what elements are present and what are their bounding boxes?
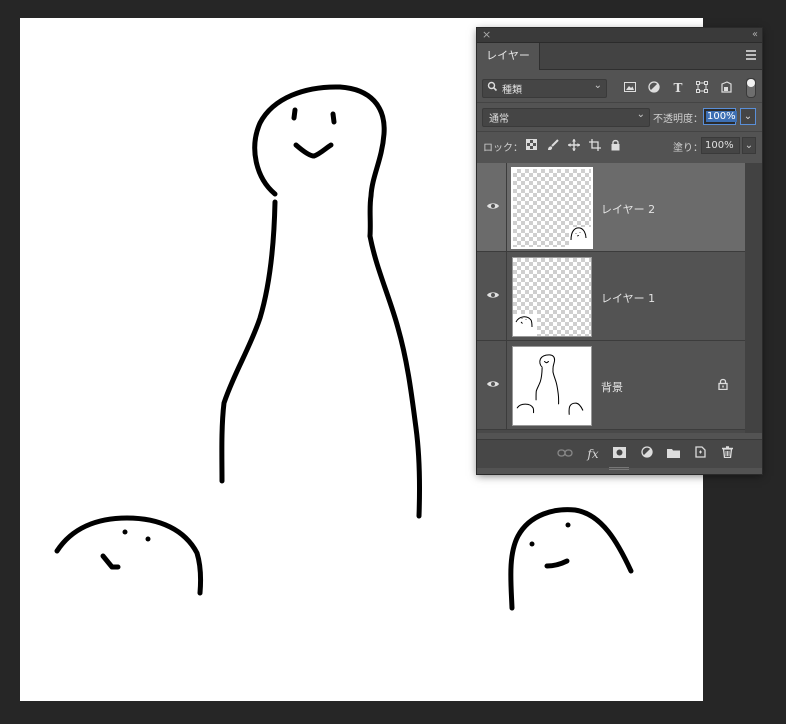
- layer-list-scrollbar[interactable]: [745, 163, 762, 433]
- type-filter-icon[interactable]: T: [671, 81, 685, 95]
- layer-thumbnail-drawing: [513, 314, 537, 336]
- image-filter-icon[interactable]: [623, 81, 637, 95]
- lock-artboard-icon[interactable]: [588, 139, 601, 152]
- fill-label: 塗り：: [673, 143, 703, 154]
- link-layers-icon[interactable]: [557, 446, 573, 462]
- layer-thumbnail[interactable]: [511, 167, 593, 249]
- layer-thumbnail-drawing: [516, 354, 584, 415]
- blend-mode-select[interactable]: 通常 ⌄: [482, 108, 650, 127]
- layer-row-layer-1[interactable]: レイヤー 1: [477, 252, 745, 341]
- filter-row: 種類 ⌄ T: [477, 75, 762, 101]
- delete-layer-icon[interactable]: [719, 446, 735, 462]
- resize-grip[interactable]: [609, 467, 629, 472]
- layer-row-background[interactable]: 背景: [477, 341, 745, 430]
- visibility-column-divider: [506, 252, 507, 340]
- opacity-value: 100%: [706, 111, 737, 122]
- blend-row: 通常 ⌄ 不透明度： 100% ⌄: [477, 105, 762, 129]
- divider: [477, 131, 762, 132]
- lock-position-icon[interactable]: [567, 139, 580, 152]
- filter-kind-select[interactable]: 種類 ⌄: [482, 79, 607, 98]
- layer-name[interactable]: レイヤー 2: [601, 201, 655, 217]
- lock-label: ロック：: [483, 143, 523, 154]
- lock-icon[interactable]: [717, 378, 729, 390]
- lock-all-icon[interactable]: [609, 139, 622, 152]
- layer-thumbnail[interactable]: [512, 346, 592, 426]
- new-layer-icon[interactable]: [692, 446, 708, 462]
- shape-filter-icon[interactable]: [695, 81, 709, 95]
- search-icon: [487, 81, 498, 95]
- add-mask-icon[interactable]: [611, 446, 627, 462]
- adjustment-filter-icon[interactable]: [647, 81, 661, 95]
- blend-mode-value: 通常: [489, 114, 509, 125]
- panel-bottom-bar: fx: [477, 439, 762, 468]
- filter-kind-label: 種類: [502, 85, 522, 96]
- fx-icon[interactable]: fx: [585, 446, 601, 462]
- chevron-down-icon: ⌄: [593, 80, 602, 91]
- layer-list[interactable]: レイヤー 2 レイヤー 1 背景: [477, 163, 745, 433]
- visibility-column-divider: [506, 163, 507, 251]
- layer-name[interactable]: レイヤー 1: [601, 290, 655, 306]
- fill-slider-toggle[interactable]: ⌄: [742, 137, 756, 154]
- eye-icon[interactable]: [486, 379, 500, 389]
- smart-object-filter-icon[interactable]: [719, 81, 733, 95]
- lock-pixels-icon[interactable]: [546, 139, 559, 152]
- lock-row: ロック： 塗り： 100% ⌄: [477, 134, 762, 158]
- opacity-label: 不透明度：: [653, 114, 703, 125]
- lock-transparent-icon[interactable]: [525, 139, 538, 152]
- layers-panel: × ‹‹ レイヤー 種類 ⌄ T 通常 ⌄ 不透明度： 100% ⌄ ロック： …: [477, 28, 762, 474]
- layer-thumbnail-drawing: [569, 227, 591, 247]
- hamburger-menu-icon[interactable]: [746, 50, 756, 60]
- new-adjustment-icon[interactable]: [639, 446, 655, 462]
- layer-row-layer-2[interactable]: レイヤー 2: [477, 163, 745, 252]
- eye-icon[interactable]: [486, 201, 500, 211]
- tab-layers[interactable]: レイヤー: [477, 43, 540, 70]
- filter-toggle-switch[interactable]: [746, 78, 756, 98]
- visibility-column-divider: [506, 341, 507, 429]
- opacity-slider-toggle[interactable]: ⌄: [740, 108, 756, 125]
- panel-tab-row: レイヤー: [477, 43, 762, 70]
- close-icon[interactable]: ×: [482, 28, 491, 42]
- panel-titlebar[interactable]: × ‹‹: [477, 28, 762, 43]
- layer-name[interactable]: 背景: [601, 379, 623, 395]
- layer-thumbnail[interactable]: [512, 257, 592, 337]
- opacity-input[interactable]: 100%: [703, 108, 737, 125]
- divider: [477, 102, 762, 103]
- chevron-down-icon: ⌄: [636, 109, 645, 120]
- collapse-panel-icon[interactable]: ‹‹: [752, 28, 758, 42]
- eye-icon[interactable]: [486, 290, 500, 300]
- fill-input[interactable]: 100%: [701, 137, 740, 154]
- new-group-icon[interactable]: [665, 446, 681, 462]
